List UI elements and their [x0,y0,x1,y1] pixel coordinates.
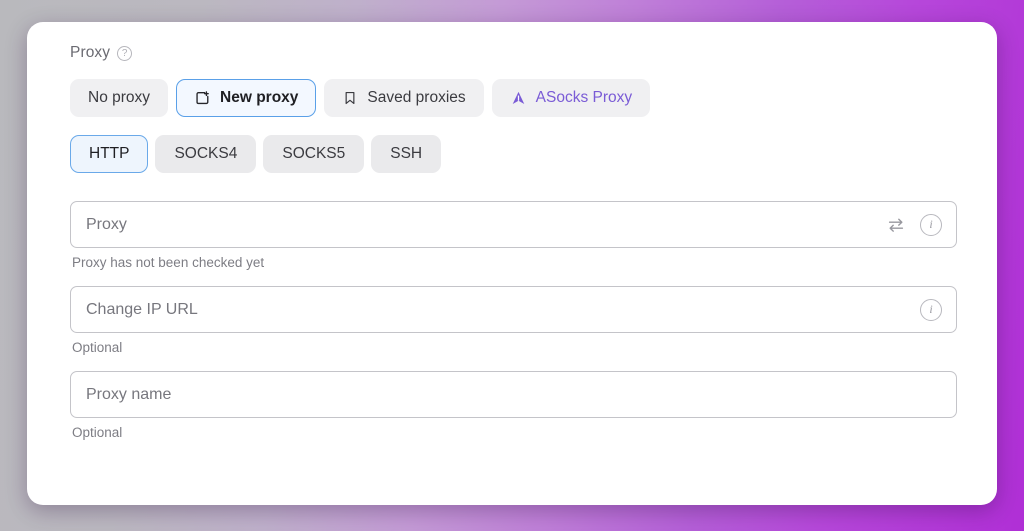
change-ip-url-input[interactable] [86,287,910,332]
section-header: Proxy ? [46,44,973,62]
tab-saved-proxies[interactable]: Saved proxies [324,79,484,117]
proxy-name-input-wrapper[interactable] [70,371,957,418]
change-ip-url-field-block: i Optional [46,286,973,355]
tab-protocol-socks4[interactable]: SOCKS4 [155,135,257,173]
proxy-status-text: Proxy has not been checked yet [72,255,265,270]
page-title: Proxy [70,44,111,61]
tab-new-proxy-label: New proxy [220,89,299,106]
tab-no-proxy[interactable]: No proxy [70,79,169,117]
question-circle-icon[interactable]: ? [117,45,133,61]
asocks-logo-icon [510,90,527,107]
square-plus-icon [194,90,211,107]
bookmark-icon [342,90,358,106]
tab-protocol-socks4-label: SOCKS4 [174,145,238,162]
tab-saved-proxies-label: Saved proxies [367,89,466,106]
change-ip-url-helper: Optional [72,340,123,355]
proxy-name-helper: Optional [72,425,123,440]
tab-protocol-http[interactable]: HTTP [70,135,149,173]
swap-arrows-icon[interactable] [886,215,906,235]
proxy-input-adornments: i [886,213,942,236]
protocol-tabs: HTTP SOCKS4 SOCKS5 SSH [46,135,973,173]
tab-protocol-socks5[interactable]: SOCKS5 [263,135,365,173]
proxy-name-input[interactable] [86,372,942,417]
tab-no-proxy-label: No proxy [88,89,151,106]
change-ip-url-input-wrapper[interactable]: i [70,286,957,333]
tab-protocol-socks5-label: SOCKS5 [282,145,346,162]
info-circle-icon[interactable]: i [920,213,942,236]
tab-new-proxy[interactable]: New proxy [176,79,317,117]
proxy-settings-card: Proxy ? No proxy New proxy Saved proxies… [27,22,997,505]
proxy-source-tabs: No proxy New proxy Saved proxies ASocks … [46,79,973,117]
tab-protocol-ssh[interactable]: SSH [371,135,442,173]
tab-protocol-ssh-label: SSH [390,145,423,162]
tab-asocks-proxy[interactable]: ASocks Proxy [491,79,651,117]
change-ip-url-adornments: i [920,298,942,321]
info-circle-icon[interactable]: i [920,298,942,321]
tab-asocks-proxy-label: ASocks Proxy [535,89,633,106]
proxy-name-field-block: Optional [46,371,973,440]
proxy-input-wrapper[interactable]: i [70,201,957,248]
proxy-input[interactable] [86,202,876,247]
tab-protocol-http-label: HTTP [89,145,130,162]
proxy-field-block: i Proxy has not been checked yet [46,201,973,270]
